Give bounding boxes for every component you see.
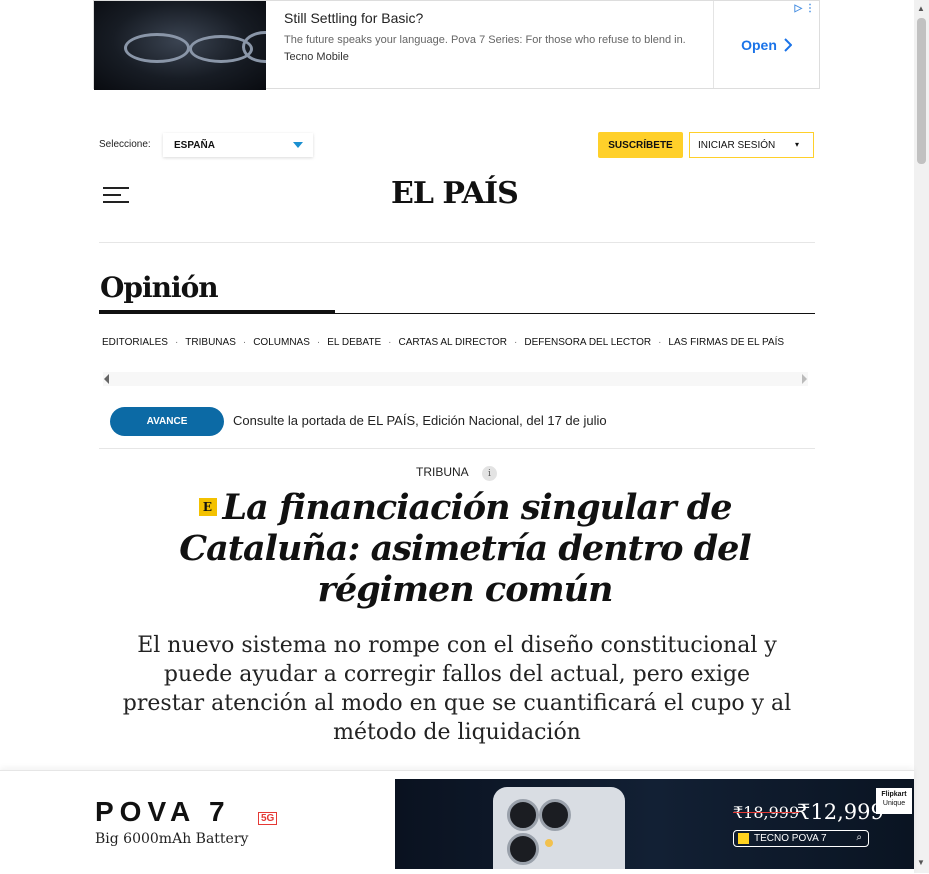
ad-5g-badge: 5G <box>258 812 278 825</box>
subnav-item-tribunas[interactable]: TRIBUNAS <box>185 337 236 348</box>
subnav-item-defensora[interactable]: DEFENSORA DEL LECTOR <box>524 337 651 348</box>
ad-description: The future speaks your language. Pova 7 … <box>284 34 686 46</box>
edition-select[interactable]: ESPAÑA <box>163 133 313 157</box>
article-headline: E La financiación singular de Cataluña: a… <box>170 487 760 610</box>
avance-link[interactable]: Consulte la portada de EL PAÍS, Edición … <box>233 413 607 428</box>
subscribe-button[interactable]: SUSCRÍBETE <box>598 132 683 158</box>
ad-open-button[interactable]: ▷ ⋮ Open <box>714 1 819 88</box>
retailer-logo: Flipkart Unique <box>876 788 912 814</box>
ad-open-label: Open <box>741 36 777 53</box>
subnav-horizontal-scrollbar[interactable] <box>103 372 808 386</box>
flipkart-icon <box>738 833 749 844</box>
header-divider <box>99 242 815 243</box>
subnav-item-el-debate[interactable]: EL DEBATE <box>327 337 381 348</box>
subnav-item-columnas[interactable]: COLUMNAS <box>253 337 310 348</box>
login-label: INICIAR SESIÓN <box>698 139 776 151</box>
chevron-right-icon <box>784 37 792 52</box>
ad-title[interactable]: Still Settling for Basic? <box>284 10 695 26</box>
scroll-up-arrow-icon[interactable]: ▲ <box>917 4 925 13</box>
phone-image <box>493 787 625 869</box>
bottom-ad-banner[interactable]: POVA 7 5G Big 6000mAh Battery ₹18,999 ₹1… <box>0 770 914 874</box>
ad-phone-image[interactable] <box>94 1 266 90</box>
menu-icon[interactable] <box>103 187 129 203</box>
scroll-right-icon[interactable] <box>802 374 807 384</box>
info-icon[interactable]: i <box>482 466 497 481</box>
scroll-down-arrow-icon[interactable]: ▼ <box>917 858 925 867</box>
ad-brand: Tecno Mobile <box>284 51 349 63</box>
site-logo[interactable]: EL PAÍS <box>391 176 519 211</box>
ad-choices-icon[interactable]: ▷ ⋮ <box>795 3 815 14</box>
headline-text: La financiación singular de Cataluña: as… <box>179 487 751 610</box>
article-subheadline: El nuevo sistema no rompe con el diseño … <box>122 633 792 745</box>
avance-button[interactable]: AVANCE <box>110 407 224 436</box>
ad-new-price: ₹12,999 <box>797 800 884 824</box>
caret-down-icon: ▾ <box>794 140 799 149</box>
premium-badge-icon: E <box>198 498 217 516</box>
section-title[interactable]: Opinión <box>100 271 219 304</box>
edition-select-label: Seleccione: <box>99 139 151 150</box>
ad-product-banner[interactable]: ₹18,999 ₹12,999 TECNO POVA 7 ⌕ Flipkart U… <box>395 779 914 869</box>
article-kicker[interactable]: TRIBUNA <box>416 465 469 479</box>
scrollbar-thumb[interactable] <box>917 18 926 164</box>
subnav-item-editoriales[interactable]: EDITORIALES <box>102 337 168 348</box>
scroll-left-icon[interactable] <box>104 374 109 384</box>
ad-old-price: ₹18,999 <box>733 803 800 822</box>
vertical-scrollbar[interactable]: ▲ ▼ <box>914 0 929 873</box>
top-ad-banner[interactable]: Still Settling for Basic? The future spe… <box>93 0 820 90</box>
section-underline-accent <box>99 310 335 314</box>
ad-product-name[interactable]: POVA 7 <box>95 796 231 828</box>
avance-divider <box>99 448 815 449</box>
ad-search-box[interactable]: TECNO POVA 7 ⌕ <box>733 830 869 847</box>
chevron-down-icon <box>293 142 303 148</box>
login-button[interactable]: INICIAR SESIÓN ▾ <box>689 132 814 158</box>
section-subnav: EDITORIALES · TRIBUNAS · COLUMNAS · EL DEBA… <box>102 337 785 348</box>
ad-search-text: TECNO POVA 7 <box>754 833 827 844</box>
edition-select-value: ESPAÑA <box>174 139 215 151</box>
search-icon: ⌕ <box>856 832 862 843</box>
subnav-item-firmas[interactable]: LAS FIRMAS DE EL PAÍS <box>668 337 784 348</box>
ad-tagline: Big 6000mAh Battery <box>95 831 249 847</box>
subnav-item-cartas[interactable]: CARTAS AL DIRECTOR <box>398 337 507 348</box>
